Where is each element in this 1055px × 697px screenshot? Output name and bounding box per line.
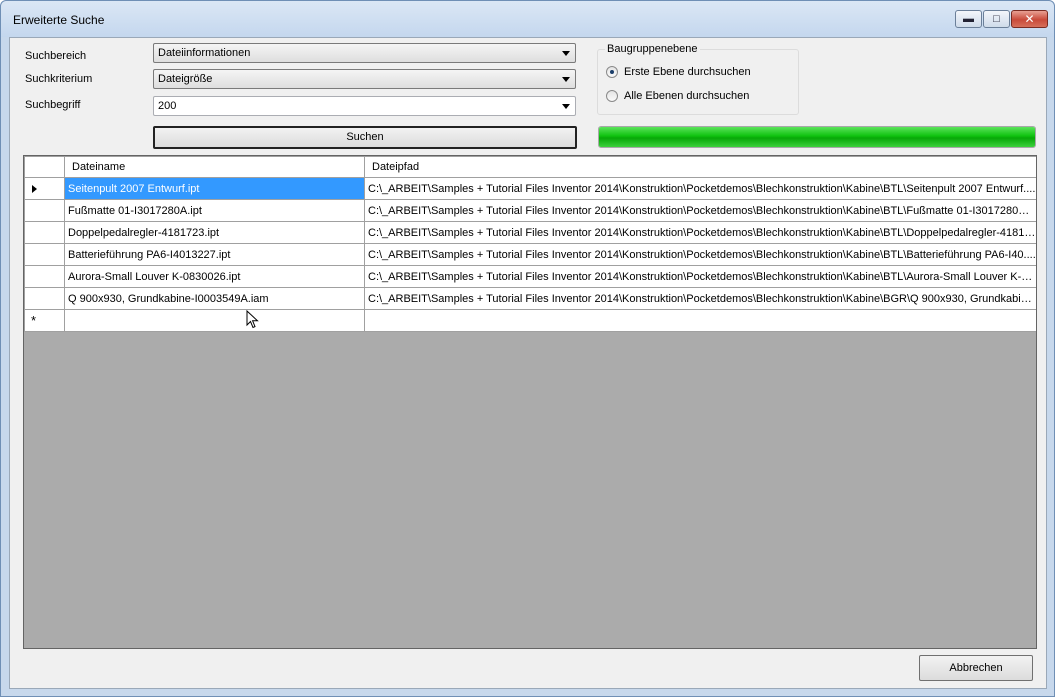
column-header-dateipfad[interactable]: Dateipfad	[364, 156, 1036, 178]
current-row-arrow-icon	[32, 185, 37, 193]
minimize-icon: ▬	[963, 13, 974, 25]
table-row[interactable]: Batterieführung PA6-I4013227.ipt C:\_ARBE…	[24, 243, 1036, 266]
suchbegriff-label: Suchbegriff	[25, 99, 81, 111]
cell-dateiname[interactable]: Doppelpedalregler-4181723.ipt	[64, 221, 365, 244]
cell-dateipfad[interactable]: C:\_ARBEIT\Samples + Tutorial Files Inve…	[364, 287, 1036, 310]
results-table: Dateiname Dateipfad Seitenpult 2007 Entw…	[24, 156, 1036, 332]
radio-alle-ebenen-label: Alle Ebenen durchsuchen	[624, 90, 750, 102]
window-controls: ▬ □ ✕	[955, 10, 1048, 28]
results-grid[interactable]: Dateiname Dateipfad Seitenpult 2007 Entw…	[23, 155, 1037, 649]
table-row[interactable]: Doppelpedalregler-4181723.ipt C:\_ARBEIT\…	[24, 221, 1036, 244]
radio-button-unchecked[interactable]	[606, 90, 618, 102]
progress-fill	[599, 127, 1035, 147]
cell-dateiname[interactable]: Batterieführung PA6-I4013227.ipt	[64, 243, 365, 266]
maximize-button[interactable]: □	[983, 10, 1010, 28]
search-progress-bar	[598, 126, 1036, 148]
cell-dateipfad[interactable]: C:\_ARBEIT\Samples + Tutorial Files Inve…	[364, 199, 1036, 222]
new-row[interactable]: *	[24, 309, 1036, 332]
suchbereich-value: Dateiinformationen	[158, 47, 251, 59]
header-row: Dateiname Dateipfad	[24, 156, 1036, 178]
cell-dateipfad[interactable]: C:\_ARBEIT\Samples + Tutorial Files Inve…	[364, 243, 1036, 266]
radio-alle-ebenen[interactable]: Alle Ebenen durchsuchen	[605, 89, 795, 105]
cell-dateiname[interactable]: Aurora-Small Louver K-0830026.ipt	[64, 265, 365, 288]
table-row[interactable]: Seitenpult 2007 Entwurf.ipt C:\_ARBEIT\Sa…	[24, 177, 1036, 200]
suchkriterium-value: Dateigröße	[158, 73, 213, 85]
baugruppenebene-group	[597, 49, 799, 115]
close-icon: ✕	[1024, 12, 1035, 26]
suchbereich-dropdown[interactable]: Dateiinformationen	[153, 43, 576, 63]
cell-dateiname[interactable]: Seitenpult 2007 Entwurf.ipt	[64, 177, 365, 200]
dialog-client-area: Suchbereich Suchkriterium Suchbegriff Da…	[9, 37, 1047, 689]
cell-dateiname[interactable]: Fußmatte 01-I3017280A.ipt	[64, 199, 365, 222]
cancel-button[interactable]: Abbrechen	[919, 655, 1033, 681]
table-row[interactable]: Aurora-Small Louver K-0830026.ipt C:\_ARB…	[24, 265, 1036, 288]
suchkriterium-dropdown[interactable]: Dateigröße	[153, 69, 576, 89]
row-header[interactable]	[24, 243, 65, 266]
title-bar[interactable]: Erweiterte Suche ▬ □ ✕	[1, 1, 1054, 37]
chevron-down-icon	[562, 77, 570, 82]
cell-dateiname[interactable]: Q 900x930, Grundkabine-I0003549A.iam	[64, 287, 365, 310]
row-header[interactable]	[24, 177, 65, 200]
table-row[interactable]: Q 900x930, Grundkabine-I0003549A.iam C:\_…	[24, 287, 1036, 310]
minimize-button[interactable]: ▬	[955, 10, 982, 28]
new-row-cell-dateiname[interactable]	[64, 309, 365, 332]
radio-erste-ebene-label: Erste Ebene durchsuchen	[624, 66, 751, 78]
row-header-corner	[24, 156, 65, 178]
row-header[interactable]	[24, 199, 65, 222]
radio-button-checked[interactable]	[606, 66, 618, 78]
cell-dateipfad[interactable]: C:\_ARBEIT\Samples + Tutorial Files Inve…	[364, 265, 1036, 288]
cell-dateipfad[interactable]: C:\_ARBEIT\Samples + Tutorial Files Inve…	[364, 177, 1036, 200]
row-header[interactable]: *	[24, 309, 65, 332]
suchbereich-label: Suchbereich	[25, 50, 87, 62]
chevron-down-icon	[562, 104, 570, 109]
results-body: Seitenpult 2007 Entwurf.ipt C:\_ARBEIT\Sa…	[24, 177, 1036, 332]
mouse-cursor-icon	[246, 310, 259, 329]
cell-dateipfad[interactable]: C:\_ARBEIT\Samples + Tutorial Files Inve…	[364, 221, 1036, 244]
suchbegriff-combo-input[interactable]: 200	[153, 96, 576, 116]
dialog-window: Erweiterte Suche ▬ □ ✕ Suchbereich Suchk…	[0, 0, 1055, 697]
radio-erste-ebene[interactable]: Erste Ebene durchsuchen	[605, 65, 795, 81]
baugruppenebene-title: Baugruppenebene	[605, 43, 700, 55]
maximize-icon: □	[993, 13, 1000, 25]
table-row[interactable]: Fußmatte 01-I3017280A.ipt C:\_ARBEIT\Samp…	[24, 199, 1036, 222]
row-header[interactable]	[24, 287, 65, 310]
suchbegriff-value: 200	[158, 100, 177, 112]
new-row-cell-dateipfad[interactable]	[364, 309, 1036, 332]
row-header[interactable]	[24, 221, 65, 244]
search-button[interactable]: Suchen	[153, 126, 577, 149]
row-header[interactable]	[24, 265, 65, 288]
suchkriterium-label: Suchkriterium	[25, 73, 93, 85]
chevron-down-icon	[562, 51, 570, 56]
column-header-dateiname[interactable]: Dateiname	[64, 156, 365, 178]
close-button[interactable]: ✕	[1011, 10, 1048, 28]
window-title: Erweiterte Suche	[13, 13, 105, 27]
new-row-asterisk-icon: *	[31, 313, 37, 328]
